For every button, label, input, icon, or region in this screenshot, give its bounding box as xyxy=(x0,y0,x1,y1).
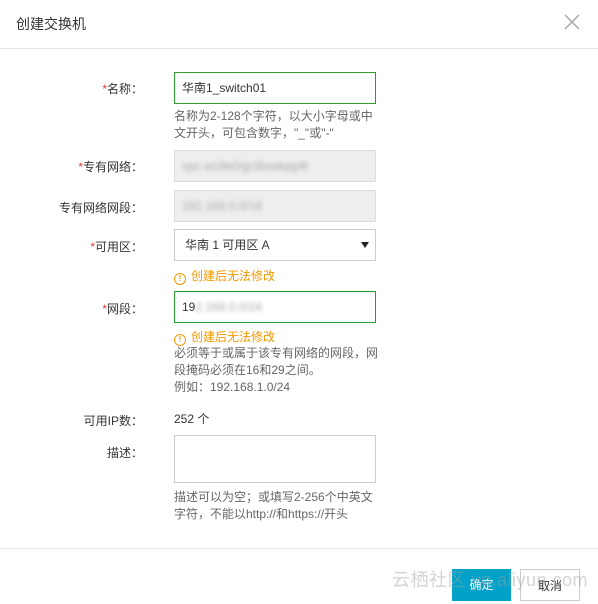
name-value: 华南1_switch01 xyxy=(182,81,267,95)
name-input[interactable]: 华南1_switch01 xyxy=(174,72,376,104)
warning-icon: ! xyxy=(174,273,186,285)
zone-value: 华南 1 可用区 A xyxy=(185,238,270,252)
vpc-field: vpc-wz9e0rjp3bxakpg4t xyxy=(174,150,376,182)
available-ip-label: 可用IP数： xyxy=(83,414,143,428)
cidr-warning: ! 创建后无法修改 xyxy=(174,328,275,346)
cidr-value-prefix: 19 xyxy=(182,300,196,314)
cidr-label: *网段： xyxy=(102,302,143,316)
chevron-down-icon xyxy=(361,242,369,248)
dialog-header: 创建交换机 xyxy=(0,0,598,49)
vpc-label: *专有网络： xyxy=(78,160,143,174)
cidr-hint: 必须等于或属于该专有网络的网段，网段掩码必须在16和29之间。 xyxy=(174,346,379,377)
name-label: *名称： xyxy=(102,82,143,96)
cidr-input[interactable]: 192.168.0.0/24 xyxy=(174,291,376,323)
watermark: 云栖社区 yq.aliyun.com xyxy=(392,570,589,590)
zone-label: *可用区： xyxy=(90,240,143,254)
vpc-cidr-label: 专有网络网段： xyxy=(58,201,143,215)
name-hint: 名称为2-128个字符，以大小字母或中文开头，可包含数字，"_"或"-" xyxy=(174,109,373,140)
cidr-example: 例如：192.168.1.0/24 xyxy=(174,380,291,394)
cidr-value-rest: 2.168.0.0/24 xyxy=(195,300,263,314)
vpc-cidr-field: 192.168.0.0/16 xyxy=(174,190,376,222)
close-icon[interactable] xyxy=(562,12,582,32)
description-textarea[interactable] xyxy=(174,435,376,483)
dialog-title: 创建交换机 xyxy=(16,16,86,32)
description-label: 描述： xyxy=(106,446,143,460)
available-ip-value: 252 个 xyxy=(174,412,210,426)
vpc-value: vpc-wz9e0rjp3bxakpg4t xyxy=(182,159,309,173)
zone-warning: ! 创建后无法修改 xyxy=(174,267,275,285)
zone-select[interactable]: 华南 1 可用区 A xyxy=(174,229,376,261)
description-hint: 描述可以为空；或填写2-256个中英文字符，不能以http://和https:/… xyxy=(174,490,373,521)
vpc-cidr-value: 192.168.0.0/16 xyxy=(182,199,263,213)
